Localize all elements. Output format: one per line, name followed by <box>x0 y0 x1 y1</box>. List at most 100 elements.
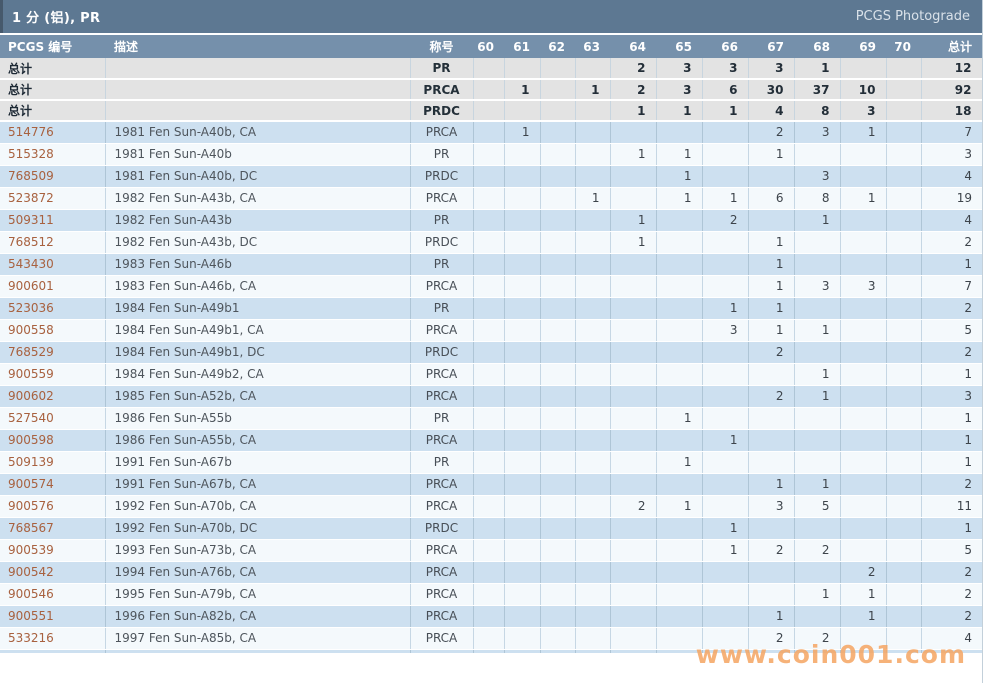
cell-total: 12 <box>921 58 982 80</box>
pcgs-number-link[interactable]: 768567 <box>8 521 54 535</box>
pcgs-number-link[interactable]: 515328 <box>8 147 54 161</box>
cell-grade-65 <box>656 209 703 232</box>
table-row: 900546 1995 Fen Sun-A79b, CA PRCA 1 1 2 <box>0 583 982 606</box>
cell-pcgs-number: 总计 <box>0 79 106 101</box>
cell-pcgs-number[interactable]: 900559 <box>0 363 106 386</box>
cell-pcgs-number[interactable]: 509139 <box>0 451 106 474</box>
cell-pcgs-number[interactable]: 900558 <box>0 319 106 342</box>
cell-description: 1984 Fen Sun-A49b1, DC <box>105 341 411 364</box>
cell-pcgs-number[interactable]: 900551 <box>0 605 106 628</box>
cell-pcgs-number[interactable]: 900546 <box>0 583 106 606</box>
cell-pcgs-number[interactable]: 768567 <box>0 517 106 540</box>
pcgs-number-link[interactable]: 900546 <box>8 587 54 601</box>
cell-pcgs-number[interactable]: 900602 <box>0 385 106 408</box>
pcgs-number-link[interactable]: 900601 <box>8 279 54 293</box>
pcgs-number-link[interactable]: 768509 <box>8 169 54 183</box>
cell-grade-62 <box>540 79 576 101</box>
cell-grade-70 <box>886 605 922 628</box>
pcgs-number-link[interactable]: 900602 <box>8 389 54 403</box>
cell-pcgs-number[interactable]: 509311 <box>0 209 106 232</box>
cell-pcgs-number[interactable]: 900539 <box>0 539 106 562</box>
cell-total: 1 <box>921 451 982 474</box>
cell-pcgs-number[interactable]: 768509 <box>0 165 106 188</box>
cell-pcgs-number[interactable]: 514776 <box>0 121 106 144</box>
cell-grade-69 <box>840 363 887 386</box>
cell-grade-65 <box>656 429 703 452</box>
pcgs-number-link[interactable]: 900598 <box>8 433 54 447</box>
header-pcgs-number: PCGS 编号 <box>0 35 105 58</box>
cell-pcgs-number[interactable]: 900574 <box>0 473 106 496</box>
cell-grade-66 <box>702 561 749 584</box>
cell-grade-67 <box>748 451 795 474</box>
cell-pcgs-number: 总计 <box>0 100 106 122</box>
cell-pcgs-number[interactable]: 768512 <box>0 231 106 254</box>
cell-description: 1992 Fen Sun-A70b, CA <box>105 495 411 518</box>
cell-grade-66: 1 <box>702 517 749 540</box>
cell-grade-66 <box>702 253 749 276</box>
pcgs-number-link[interactable]: 543430 <box>8 257 54 271</box>
header-grade-64: 64 <box>610 35 656 58</box>
pcgs-number-link[interactable]: 533216 <box>8 631 54 645</box>
cell-grade-67 <box>748 165 795 188</box>
cell-grade-63 <box>575 539 611 562</box>
cell-grade-61: 1 <box>504 79 541 101</box>
cell-pcgs-number[interactable]: 900542 <box>0 561 106 584</box>
cell-grade-63 <box>575 495 611 518</box>
cell-grade-61 <box>504 209 541 232</box>
photograde-link[interactable]: PCGS Photograde <box>856 9 970 24</box>
cell-pcgs-number[interactable]: 533216 <box>0 627 106 650</box>
cell-grade-61 <box>504 407 541 430</box>
cell-pcgs-number[interactable]: 900598 <box>0 429 106 452</box>
pcgs-number-link[interactable]: 514776 <box>8 125 54 139</box>
cell-grade-65: 3 <box>656 58 703 80</box>
table-row: 514776 1981 Fen Sun-A40b, CA PRCA 1 2 3 1 7 <box>0 121 982 144</box>
cell-total <box>921 649 982 653</box>
pcgs-number-link[interactable]: 900542 <box>8 565 54 579</box>
pcgs-number-link[interactable]: 527540 <box>8 411 54 425</box>
pcgs-number-link[interactable]: 900559 <box>8 367 54 381</box>
cell-grade-68 <box>794 253 841 276</box>
cell-grade-65: 1 <box>656 451 703 474</box>
header-grade-68: 68 <box>794 35 840 58</box>
cell-total: 92 <box>921 79 982 101</box>
cell-grade-65: 1 <box>656 100 703 122</box>
cell-grade-69: 1 <box>840 583 887 606</box>
pcgs-number-link[interactable]: 900574 <box>8 477 54 491</box>
pcgs-number-link[interactable]: 523036 <box>8 301 54 315</box>
cell-pcgs-number[interactable]: 515328 <box>0 143 106 166</box>
cell-grade-64 <box>610 121 657 144</box>
cell-grade-61 <box>504 517 541 540</box>
cell-total: 5 <box>921 319 982 342</box>
cell-description: 1995 Fen Sun-A79b, CA <box>105 583 411 606</box>
pcgs-number-link[interactable]: 768529 <box>8 345 54 359</box>
cell-grade-67: 30 <box>748 79 795 101</box>
cell-pcgs-number[interactable]: 527540 <box>0 407 106 430</box>
cell-grade-65 <box>656 121 703 144</box>
pcgs-number-link[interactable]: 900576 <box>8 499 54 513</box>
cell-total: 4 <box>921 209 982 232</box>
pcgs-number-link[interactable]: 900551 <box>8 609 54 623</box>
cell-grade-63 <box>575 231 611 254</box>
pcgs-number-link[interactable]: 509139 <box>8 455 54 469</box>
cell-pcgs-number[interactable]: 768529 <box>0 341 106 364</box>
cell-grade-70 <box>886 627 922 650</box>
cell-description: 1996 Fen Sun-A82b, CA <box>105 605 411 628</box>
cell-designation: PRCA <box>410 319 474 342</box>
pcgs-number-link[interactable]: 768512 <box>8 235 54 249</box>
cell-grade-66: 3 <box>702 319 749 342</box>
cell-pcgs-number[interactable]: 900601 <box>0 275 106 298</box>
cell-pcgs-number[interactable]: 543430 <box>0 253 106 276</box>
cell-grade-61 <box>504 451 541 474</box>
cell-pcgs-number[interactable]: 523036 <box>0 297 106 320</box>
cell-grade-69 <box>840 407 887 430</box>
cell-pcgs-number[interactable]: 523872 <box>0 187 106 210</box>
cell-grade-64 <box>610 517 657 540</box>
cell-pcgs-number[interactable]: 900576 <box>0 495 106 518</box>
pcgs-number-link[interactable]: 523872 <box>8 191 54 205</box>
cell-grade-70 <box>886 363 922 386</box>
pcgs-number-link[interactable]: 900539 <box>8 543 54 557</box>
cell-grade-61 <box>504 275 541 298</box>
pcgs-number-link[interactable]: 509311 <box>8 213 54 227</box>
cell-grade-64 <box>610 385 657 408</box>
pcgs-number-link[interactable]: 900558 <box>8 323 54 337</box>
